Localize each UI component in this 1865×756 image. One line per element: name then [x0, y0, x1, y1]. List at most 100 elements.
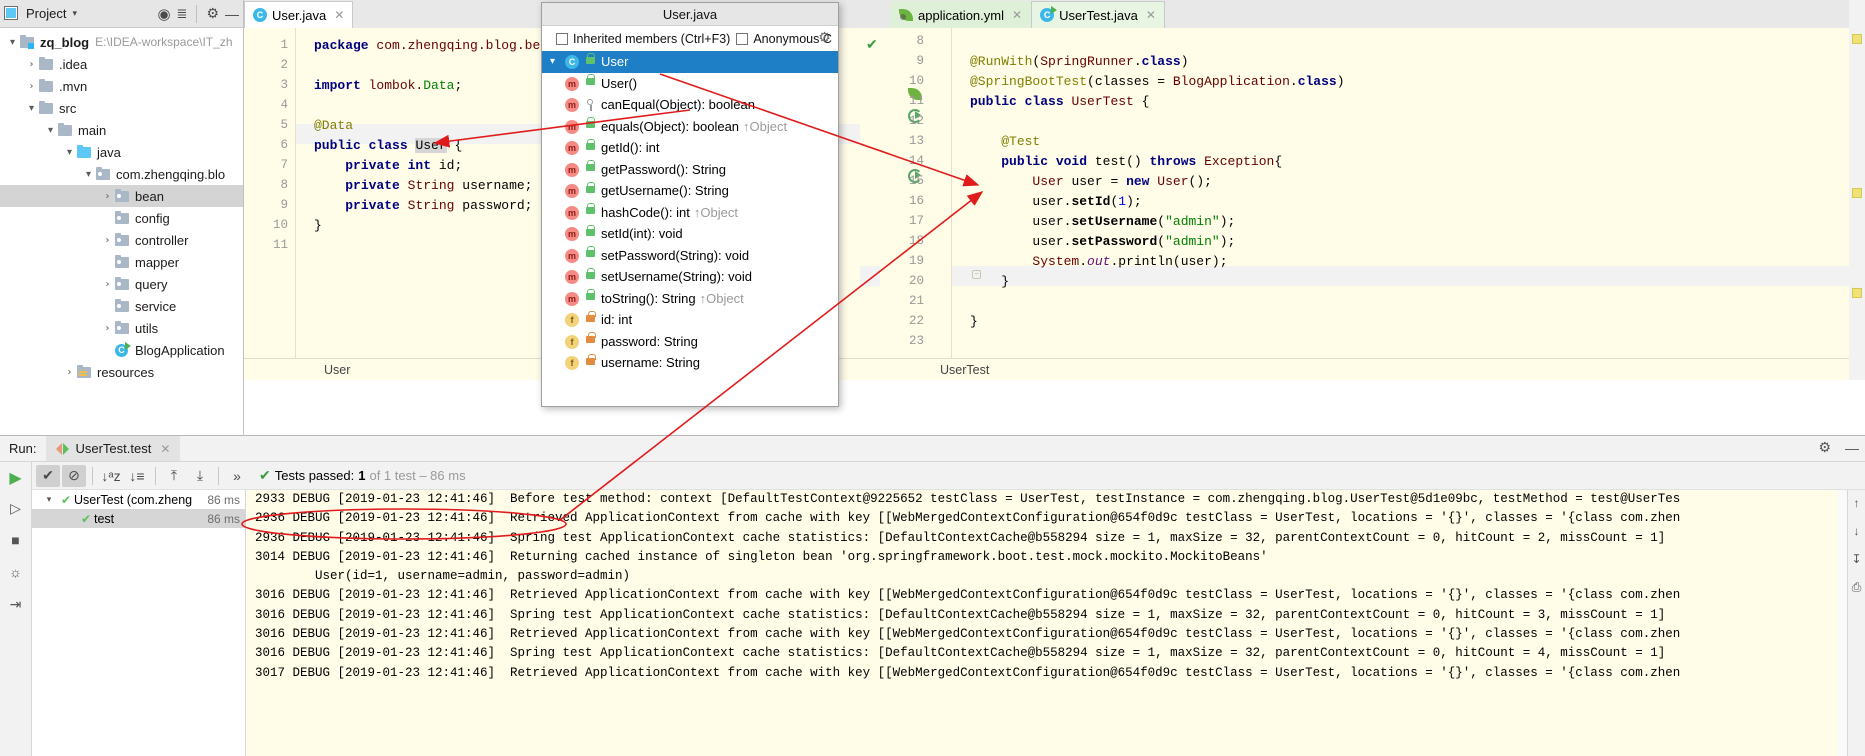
structure-item-getpasswordstring[interactable]: m getPassword(): String — [542, 159, 838, 181]
console-output[interactable]: 2933 DEBUG [2019-01-23 12:41:46] Before … — [247, 490, 1847, 756]
structure-item-getidint[interactable]: m getId(): int — [542, 137, 838, 159]
chevron-down-icon[interactable]: ▾ — [550, 56, 564, 67]
folder-icon — [38, 78, 55, 94]
structure-item-user[interactable]: m User() — [542, 73, 838, 95]
project-tree-item-java[interactable]: ▾ java — [0, 141, 243, 163]
settings-gear-icon[interactable]: ⚙ — [206, 5, 219, 22]
hide-ignored-toggle[interactable]: ⊘ — [62, 464, 86, 487]
code-area-right[interactable]: ✔ − @RunWith(SpringRunner.class) @SpringB… — [860, 28, 1865, 380]
checkbox-icon[interactable] — [736, 32, 749, 45]
chevron-down-icon[interactable]: ▾ — [44, 125, 57, 136]
scroll-up-icon[interactable]: ↑ — [1854, 496, 1860, 510]
structure-item-hashcodeint[interactable]: m hashCode(): int ↑Object — [542, 202, 838, 224]
project-tree-item-idea[interactable]: › .idea — [0, 53, 243, 75]
structure-item-setpasswordstringvoid[interactable]: m setPassword(String): void — [542, 245, 838, 267]
structure-item-getusernamestring[interactable]: m getUsername(): String — [542, 180, 838, 202]
export-icon[interactable]: ⇥ — [7, 596, 25, 614]
project-tree-item-query[interactable]: › query — [0, 273, 243, 295]
project-tree-item-resources[interactable]: › resources — [0, 361, 243, 383]
code-line: public class UserTest { — [970, 94, 1150, 109]
checkbox-icon[interactable] — [556, 32, 568, 45]
chevron-down-icon[interactable]: ▾ — [25, 103, 38, 114]
close-icon[interactable]: ✕ — [334, 8, 344, 22]
project-tree-item-zqblog[interactable]: ▾ zq_blog E:\IDEA-workspace\IT_zh — [0, 31, 243, 53]
sort-by-duration[interactable]: ↓≡ — [125, 465, 149, 487]
test-tree-row[interactable]: ▾ ✔ UserTest (com.zheng 86 ms — [32, 490, 245, 509]
structure-item-setusernamestringvoid[interactable]: m setUsername(String): void — [542, 266, 838, 288]
structure-member-list[interactable]: ▾ C User m User() m canEqual(Object): boolean m… — [542, 51, 838, 406]
structure-item-equalsobjectboolean[interactable]: m equals(Object): boolean ↑Object — [542, 116, 838, 138]
settings-gear-icon[interactable]: ⚙ — [817, 30, 832, 45]
project-tree-item-utils[interactable]: › utils — [0, 317, 243, 339]
chevron-right-icon[interactable]: › — [101, 323, 114, 334]
collapse-all-icon[interactable]: ≣ — [177, 6, 188, 22]
chevron-down-icon[interactable]: ▾ — [63, 147, 76, 158]
method-icon: m — [564, 76, 582, 91]
project-tree-item-main[interactable]: ▾ main — [0, 119, 243, 141]
console-scrollbar[interactable] — [1837, 490, 1847, 756]
structure-item-canequalobjectboolean[interactable]: m canEqual(Object): boolean — [542, 94, 838, 116]
chevron-right-icon[interactable]: › — [101, 279, 114, 290]
chevron-right-icon[interactable]: › — [101, 191, 114, 202]
project-tree-item-bean[interactable]: › bean — [0, 185, 243, 207]
inherited-members-checkbox[interactable]: Inherited members (Ctrl+F3) — [556, 32, 730, 46]
project-tree-item-mapper[interactable]: › mapper — [0, 251, 243, 273]
settings-gear-icon[interactable]: ⚙ — [1818, 439, 1831, 456]
close-icon[interactable]: ✕ — [1012, 8, 1022, 22]
error-stripe-marker[interactable] — [1852, 288, 1862, 298]
test-tree-row[interactable]: ✔ test 86 ms — [32, 509, 245, 528]
project-tree-item-mvn[interactable]: › .mvn — [0, 75, 243, 97]
tab-usertest-java[interactable]: C UserTest.java ✕ — [1031, 1, 1165, 28]
popup-options-bar: Inherited members (Ctrl+F3) Anonymous C … — [542, 26, 838, 51]
stop-icon[interactable]: ■ — [7, 532, 25, 550]
project-tree-item-comzhengqingblo[interactable]: ▾ com.zhengqing.blo — [0, 163, 243, 185]
project-tree[interactable]: ▾ zq_blog E:\IDEA-workspace\IT_zh › .idea › .m… — [0, 28, 243, 435]
show-passed-toggle[interactable]: ✔ — [36, 464, 60, 487]
chevron-right-icon[interactable]: › — [25, 81, 38, 92]
structure-item-user[interactable]: ▾ C User — [542, 51, 838, 73]
console-line: 3016 DEBUG [2019-01-23 12:41:46] Retriev… — [255, 627, 1681, 642]
inspection-ok-icon[interactable]: ✔ — [866, 36, 878, 53]
project-tree-item-src[interactable]: ▾ src — [0, 97, 243, 119]
rerun-failed-icon[interactable]: ▷ — [7, 500, 25, 518]
tab-user-java[interactable]: C User.java ✕ — [244, 1, 354, 28]
chevron-down-icon[interactable]: ▾ — [82, 169, 95, 180]
project-tree-item-controller[interactable]: › controller — [0, 229, 243, 251]
sort-alphabetically[interactable]: ↓ᵃz — [99, 465, 123, 487]
close-icon[interactable]: ✕ — [1146, 8, 1156, 22]
error-stripe-marker[interactable] — [1852, 188, 1862, 198]
line-number: 17 — [908, 214, 924, 228]
tab-application-yml[interactable]: application.yml ✕ — [890, 1, 1032, 28]
run-icon[interactable]: ▶ — [7, 468, 25, 487]
structure-item-usernamestring[interactable]: f username: String — [542, 352, 838, 374]
hide-panel-icon[interactable]: — — [1845, 440, 1859, 456]
chevron-right-icon[interactable]: › — [63, 367, 76, 378]
structure-item-idint[interactable]: f id: int — [542, 309, 838, 331]
locate-icon[interactable]: ◉ — [157, 5, 170, 23]
project-tree-item-blogapplication[interactable]: ›CBlogApplication — [0, 339, 243, 361]
camera-icon[interactable]: ☼ — [7, 564, 25, 582]
structure-item-tostringstring[interactable]: m toString(): String ↑Object — [542, 288, 838, 310]
wrap-icon[interactable]: ↧ — [1851, 552, 1861, 566]
chevron-down-icon[interactable]: ▾ — [40, 495, 58, 505]
project-tree-item-config[interactable]: › config — [0, 207, 243, 229]
file-structure-popup[interactable]: User.java Inherited members (Ctrl+F3) An… — [541, 2, 839, 407]
test-results-tree[interactable]: ▾ ✔ UserTest (com.zheng 86 ms ✔ test 86 ms — [32, 490, 246, 756]
close-icon[interactable]: ✕ — [160, 442, 170, 456]
structure-item-setidintvoid[interactable]: m setId(int): void — [542, 223, 838, 245]
project-tree-item-service[interactable]: › service — [0, 295, 243, 317]
more-options[interactable]: » — [225, 465, 249, 487]
collapse-all[interactable]: ⤓ — [188, 465, 212, 487]
print-icon[interactable]: ⎙ — [1852, 580, 1862, 595]
chevron-down-icon[interactable]: ▾ — [6, 37, 19, 48]
chevron-right-icon[interactable]: › — [101, 235, 114, 246]
run-tab-usertest[interactable]: UserTest.test ✕ — [46, 436, 181, 461]
scroll-down-icon[interactable]: ↓ — [1854, 524, 1860, 538]
error-stripe-marker[interactable] — [1852, 34, 1862, 44]
structure-item-passwordstring[interactable]: f password: String — [542, 331, 838, 353]
expand-all[interactable]: ⤒ — [162, 465, 186, 487]
hide-panel-icon[interactable]: — — [225, 6, 239, 22]
chevron-right-icon[interactable]: › — [25, 59, 38, 70]
folder-icon — [38, 56, 55, 72]
chevron-down-icon[interactable]: ▾ — [72, 8, 77, 19]
